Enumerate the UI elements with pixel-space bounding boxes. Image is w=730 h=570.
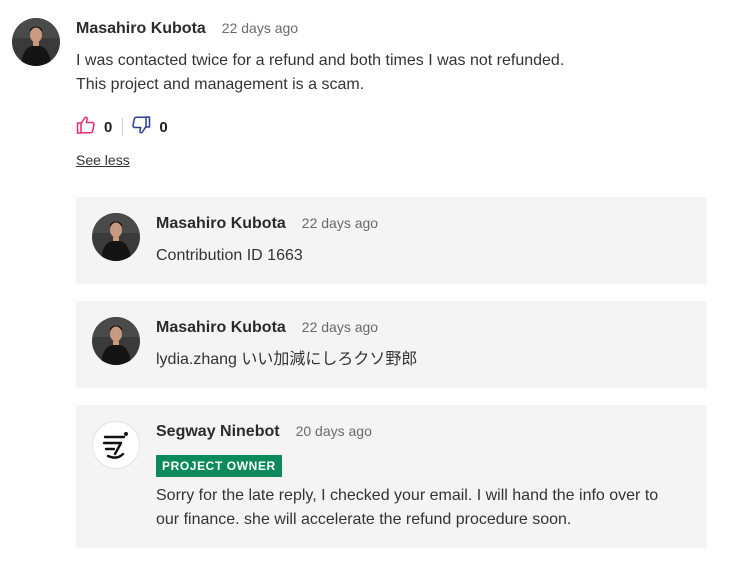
project-owner-badge: PROJECT OWNER xyxy=(156,455,282,477)
reply-body: Sorry for the late reply, I checked your… xyxy=(156,484,696,532)
reply-line: our finance. she will accelerate the ref… xyxy=(156,511,572,528)
reply-card-owner: Segway Ninebot 20 days ago PROJECT OWNER… xyxy=(76,405,707,548)
reply-body: Contribution ID 1663 xyxy=(156,247,303,264)
vote-bar: 0 0 xyxy=(76,115,168,140)
reply-card: Masahiro Kubota 22 days ago Contribution… xyxy=(76,197,707,284)
author-name[interactable]: Masahiro Kubota xyxy=(156,319,286,337)
thumbs-up-icon xyxy=(76,115,96,140)
thumbs-down-icon xyxy=(131,115,151,140)
avatar[interactable] xyxy=(12,18,60,66)
reply-card: Masahiro Kubota 22 days ago lydia.zhang … xyxy=(76,301,707,388)
avatar[interactable] xyxy=(92,317,140,365)
reply-meta: Segway Ninebot 20 days ago xyxy=(156,423,372,441)
dislike-button[interactable]: 0 xyxy=(131,115,168,140)
timestamp: 22 days ago xyxy=(301,319,379,335)
reply-meta: Masahiro Kubota 22 days ago xyxy=(156,319,378,337)
like-count: 0 xyxy=(104,118,113,136)
reply-body: lydia.zhang いい加減にしろクソ野郎 xyxy=(156,351,418,368)
reply-line: Sorry for the late reply, I checked your… xyxy=(156,487,659,504)
comment-line: This project and management is a scam. xyxy=(76,76,365,93)
author-name[interactable]: Masahiro Kubota xyxy=(76,20,206,38)
author-name[interactable]: Masahiro Kubota xyxy=(156,215,286,233)
timestamp: 22 days ago xyxy=(221,20,299,36)
dislike-count: 0 xyxy=(159,118,168,136)
comment-body: I was contacted twice for a refund and b… xyxy=(76,49,696,97)
comment: Masahiro Kubota 22 days ago I was contac… xyxy=(12,16,712,176)
reply-meta: Masahiro Kubota 22 days ago xyxy=(156,215,378,233)
vote-divider xyxy=(122,118,124,136)
like-button[interactable]: 0 xyxy=(76,115,112,140)
timestamp: 20 days ago xyxy=(295,423,372,439)
avatar[interactable] xyxy=(92,213,140,261)
author-name[interactable]: Segway Ninebot xyxy=(156,423,280,441)
timestamp: 22 days ago xyxy=(301,215,379,231)
segway-logo-avatar[interactable] xyxy=(92,421,140,469)
see-less-link[interactable]: See less xyxy=(76,152,130,168)
comment-line: I was contacted twice for a refund and b… xyxy=(76,52,565,69)
comment-meta: Masahiro Kubota 22 days ago xyxy=(76,20,298,38)
